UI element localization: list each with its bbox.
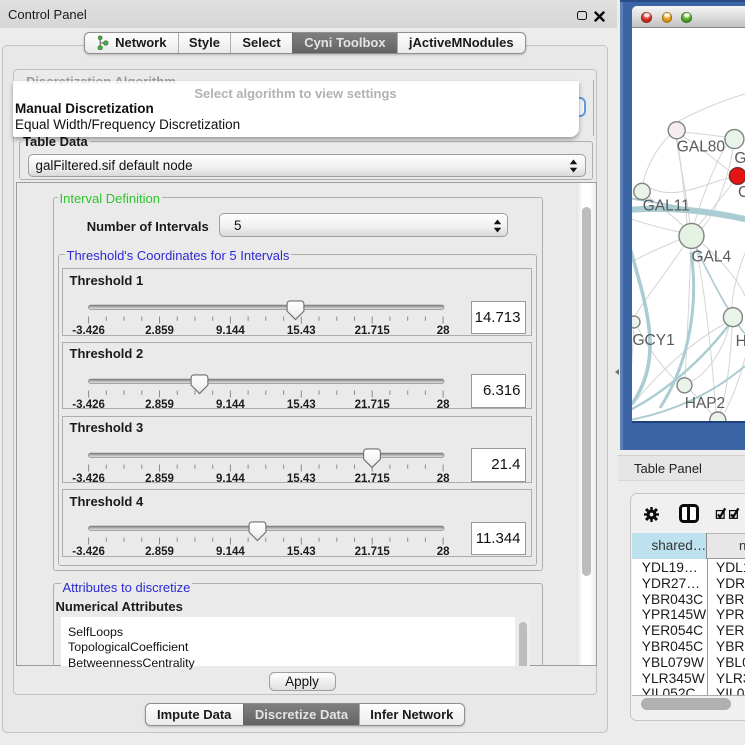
svg-text:28: 28 [437, 472, 450, 483]
svg-text:2.859: 2.859 [145, 325, 174, 336]
svg-text:9.144: 9.144 [216, 325, 245, 336]
svg-text:-3.426: -3.426 [72, 472, 105, 483]
svg-text:28: 28 [437, 398, 450, 409]
svg-text:GAL4: GAL4 [692, 249, 732, 266]
svg-text:15.43: 15.43 [287, 546, 316, 557]
svg-text:21.715: 21.715 [355, 398, 391, 409]
svg-text:GAL3: GAL3 [734, 150, 745, 167]
svg-text:21.715: 21.715 [355, 472, 391, 483]
svg-text:GAL80: GAL80 [677, 139, 726, 156]
svg-text:9.144: 9.144 [216, 472, 245, 483]
svg-text:21.715: 21.715 [355, 325, 391, 336]
svg-text:21.715: 21.715 [355, 546, 391, 557]
svg-text:15.43: 15.43 [287, 472, 316, 483]
svg-text:28: 28 [437, 325, 450, 336]
svg-text:28: 28 [437, 546, 450, 557]
svg-text:CRP1: CRP1 [738, 184, 745, 201]
svg-text:GCY1: GCY1 [633, 332, 675, 349]
svg-text:2.859: 2.859 [145, 546, 174, 557]
svg-text:GAL11: GAL11 [643, 198, 690, 215]
svg-text:-3.426: -3.426 [72, 546, 105, 557]
svg-text:-3.426: -3.426 [72, 398, 105, 409]
svg-text:HAP2: HAP2 [685, 395, 726, 412]
svg-text:HIS4: HIS4 [736, 333, 745, 350]
svg-text:15.43: 15.43 [287, 325, 316, 336]
svg-text:2.859: 2.859 [145, 398, 174, 409]
svg-text:15.43: 15.43 [287, 398, 316, 409]
svg-text:9.144: 9.144 [216, 546, 245, 557]
svg-text:-3.426: -3.426 [72, 325, 105, 336]
svg-text:2.859: 2.859 [145, 472, 174, 483]
svg-text:9.144: 9.144 [216, 398, 245, 409]
